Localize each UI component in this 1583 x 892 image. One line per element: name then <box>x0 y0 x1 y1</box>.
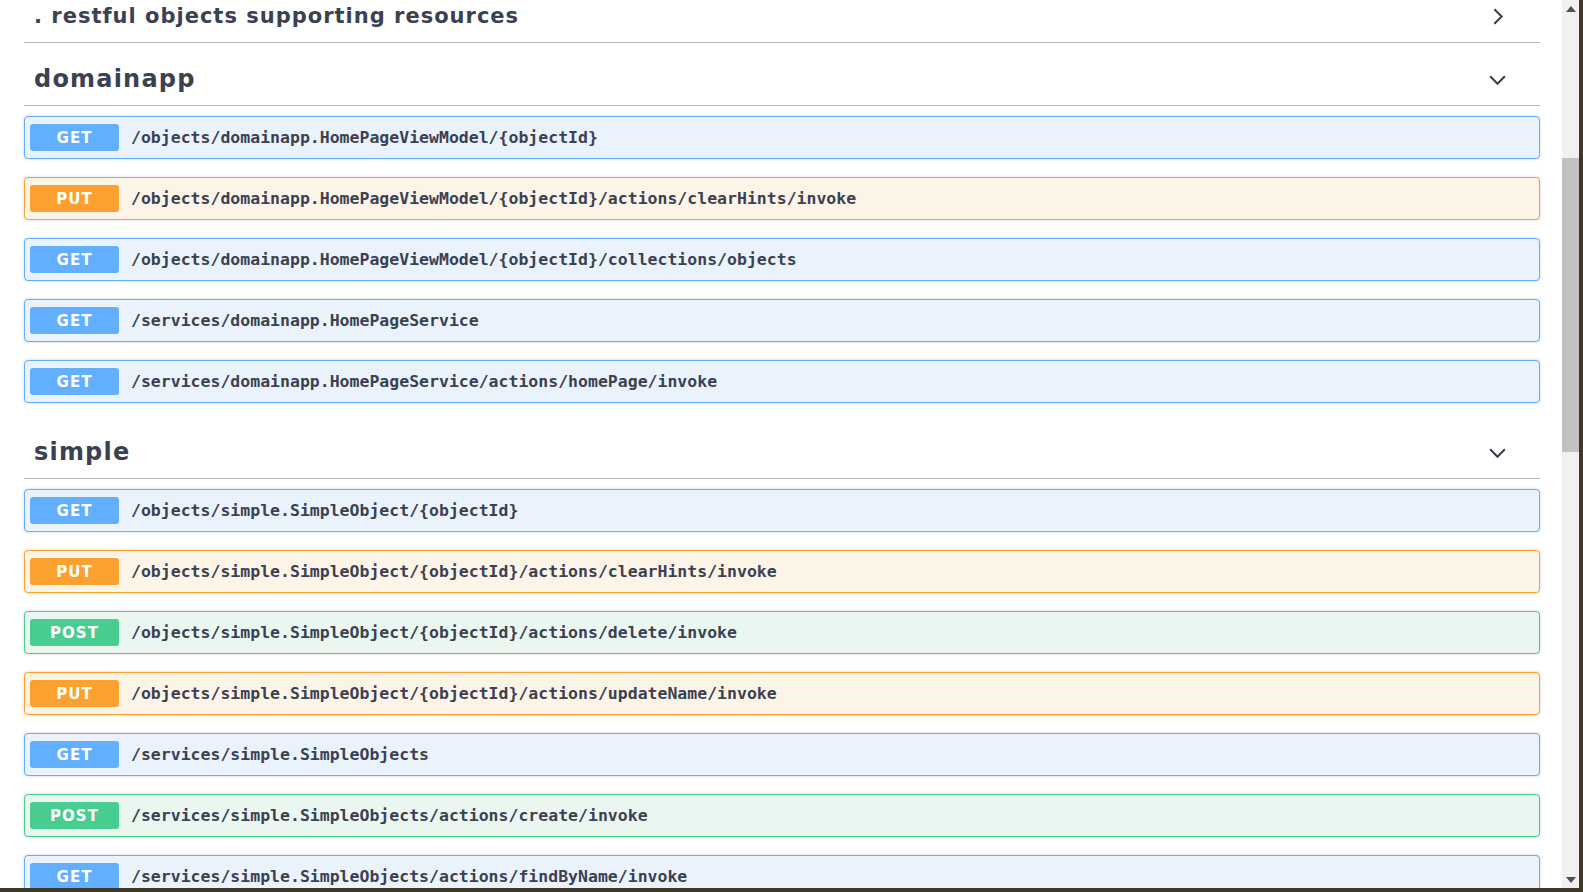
method-badge: PUT <box>30 185 119 212</box>
scrollbar-up-button[interactable] <box>1562 0 1579 17</box>
operation-path: /services/simple.SimpleObjects <box>131 745 429 764</box>
operation-row[interactable]: POST/services/simple.SimpleObjects/actio… <box>24 794 1540 837</box>
operation-path: /objects/domainapp.HomePageViewModel/{ob… <box>131 189 856 208</box>
operation-row[interactable]: GET/objects/simple.SimpleObject/{objectI… <box>24 489 1540 532</box>
tag-header[interactable]: domainapp <box>24 43 1540 106</box>
operation-row[interactable]: PUT/objects/simple.SimpleObject/{objectI… <box>24 672 1540 715</box>
scroll-down-icon <box>1566 877 1576 883</box>
scrollbar-thumb[interactable] <box>1562 158 1579 452</box>
tag-title: . restful objects supporting resources <box>34 2 519 30</box>
operation-row[interactable]: GET/objects/domainapp.HomePageViewModel/… <box>24 116 1540 159</box>
window-border-bottom <box>0 888 1583 892</box>
swagger-page: . restful objects supporting resources do… <box>0 0 1562 888</box>
method-badge: GET <box>30 368 119 395</box>
method-badge: GET <box>30 741 119 768</box>
tag-header[interactable]: . restful objects supporting resources <box>24 0 1540 43</box>
scrollbar-down-button[interactable] <box>1562 871 1579 888</box>
method-badge: GET <box>30 307 119 334</box>
method-badge: PUT <box>30 680 119 707</box>
operation-row[interactable]: PUT/objects/domainapp.HomePageViewModel/… <box>24 177 1540 220</box>
operation-path: /services/simple.SimpleObjects/actions/c… <box>131 806 648 825</box>
chevron-down-icon <box>1487 69 1508 90</box>
operation-row[interactable]: GET/services/simple.SimpleObjects <box>24 733 1540 776</box>
operation-row[interactable]: GET/services/simple.SimpleObjects/action… <box>24 855 1540 888</box>
operation-path: /objects/simple.SimpleObject/{objectId}/… <box>131 562 777 581</box>
method-badge: PUT <box>30 558 119 585</box>
tag-title: domainapp <box>34 65 196 93</box>
operation-row[interactable]: PUT/objects/simple.SimpleObject/{objectI… <box>24 550 1540 593</box>
tag-header[interactable]: simple <box>24 416 1540 479</box>
window-border-right <box>1579 0 1583 892</box>
operation-path: /objects/domainapp.HomePageViewModel/{ob… <box>131 250 797 269</box>
chevron-down-icon <box>1487 442 1508 463</box>
api-sections: . restful objects supporting resources do… <box>0 0 1562 888</box>
operations-list: GET/objects/domainapp.HomePageViewModel/… <box>24 106 1540 416</box>
operations-list: GET/objects/simple.SimpleObject/{objectI… <box>24 479 1540 888</box>
tag-title: simple <box>34 438 130 466</box>
operation-row[interactable]: GET/objects/domainapp.HomePageViewModel/… <box>24 238 1540 281</box>
method-badge: GET <box>30 497 119 524</box>
operation-row[interactable]: GET/services/domainapp.HomePageService <box>24 299 1540 342</box>
vertical-scrollbar[interactable] <box>1562 0 1579 888</box>
operation-path: /services/domainapp.HomePageService <box>131 311 479 330</box>
operation-path: /services/domainapp.HomePageService/acti… <box>131 372 717 391</box>
operation-path: /objects/simple.SimpleObject/{objectId} <box>131 501 518 520</box>
operation-row[interactable]: POST/objects/simple.SimpleObject/{object… <box>24 611 1540 654</box>
operation-path: /objects/domainapp.HomePageViewModel/{ob… <box>131 128 598 147</box>
method-badge: POST <box>30 619 119 646</box>
method-badge: POST <box>30 802 119 829</box>
operation-row[interactable]: GET/services/domainapp.HomePageService/a… <box>24 360 1540 403</box>
method-badge: GET <box>30 246 119 273</box>
method-badge: GET <box>30 124 119 151</box>
method-badge: GET <box>30 863 119 888</box>
scroll-up-icon <box>1566 6 1576 12</box>
operation-path: /objects/simple.SimpleObject/{objectId}/… <box>131 684 777 703</box>
operation-path: /services/simple.SimpleObjects/actions/f… <box>131 867 687 886</box>
operation-path: /objects/simple.SimpleObject/{objectId}/… <box>131 623 737 642</box>
chevron-right-icon <box>1487 6 1508 27</box>
